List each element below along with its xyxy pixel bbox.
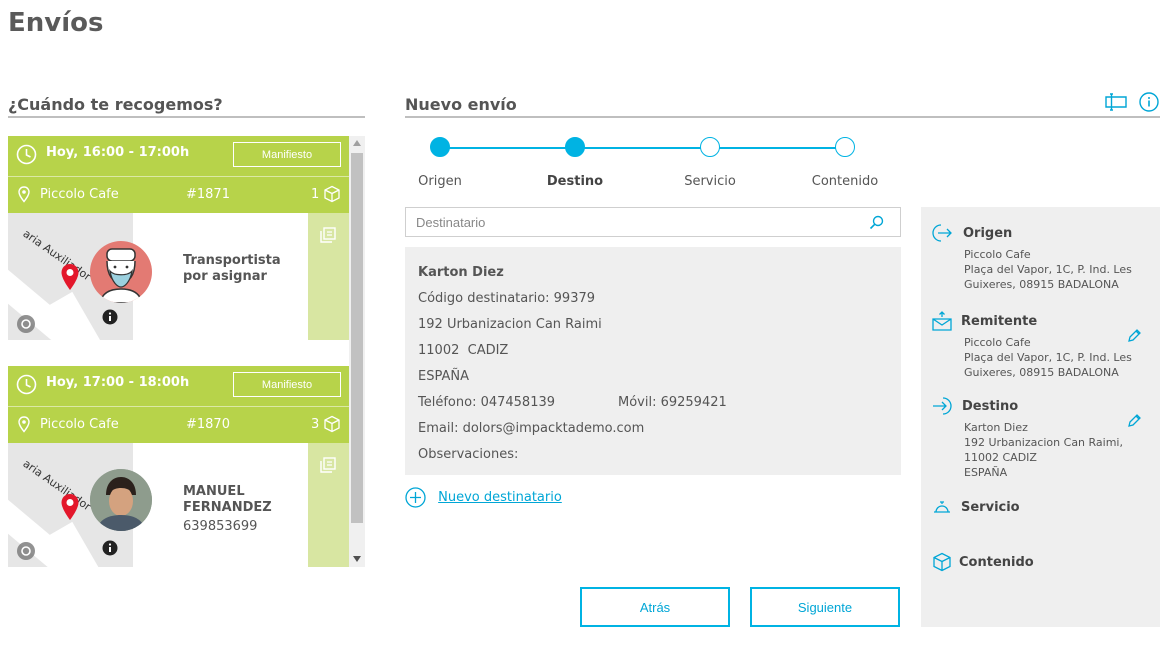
- summary-origin-text: Piccolo Cafe Plaça del Vapor, 1C, P. Ind…: [964, 248, 1132, 291]
- step-destino-dot[interactable]: [565, 137, 585, 157]
- step-origen-dot[interactable]: [430, 137, 450, 157]
- carrier-line-2: FERNANDEZ: [183, 500, 272, 515]
- summary-sender-title: Remitente: [961, 314, 1038, 329]
- recipient-code: Código destinatario: 99379: [418, 291, 596, 306]
- manifest-button[interactable]: Manifiesto: [233, 372, 341, 397]
- pickup-title-divider: [8, 116, 365, 118]
- destination-enter-icon: [933, 397, 952, 415]
- pickup-time: Hoy, 16:00 - 17:00h: [46, 145, 190, 160]
- header-divider: [8, 176, 349, 177]
- carrier-name: MANUEL FERNANDEZ: [183, 484, 272, 516]
- recipient-search-input[interactable]: [406, 208, 846, 236]
- label-icon[interactable]: [1105, 93, 1127, 111]
- info-icon[interactable]: [102, 309, 118, 325]
- shipment-title-divider: [405, 116, 1160, 118]
- carrier-line-2: por asignar: [183, 269, 267, 284]
- search-icon[interactable]: [869, 215, 884, 230]
- recipient-mobile: Móvil: 69259421: [618, 395, 727, 410]
- step-contenido-dot[interactable]: [835, 137, 855, 157]
- add-circle-icon[interactable]: [405, 487, 426, 508]
- pickup-card[interactable]: Hoy, 17:00 - 18:00h Manifiesto Piccolo C…: [8, 366, 349, 567]
- map-street-label: aria Auxiliador: [20, 227, 94, 284]
- map-marker-icon: [61, 494, 79, 520]
- recipient-phone: Teléfono: 047458139: [418, 395, 556, 410]
- carrier-name: Transportista por asignar: [183, 253, 281, 285]
- map-compass-icon[interactable]: [16, 314, 36, 334]
- map-marker-icon: [61, 264, 79, 290]
- recipient-city: 11002 CADIZ: [418, 343, 509, 358]
- recipient-address: 192 Urbanizacion Can Raimi: [418, 317, 602, 332]
- clock-icon: [16, 374, 37, 395]
- new-recipient-link[interactable]: Nuevo destinatario: [405, 487, 562, 508]
- label-print-icon[interactable]: [319, 456, 337, 474]
- pickup-place: Piccolo Cafe: [40, 187, 119, 202]
- map-street-label: aria Auxiliador: [20, 457, 94, 514]
- scroll-down-icon[interactable]: [353, 556, 361, 562]
- sender-envelope-icon: [932, 311, 952, 331]
- origin-exit-icon: [932, 224, 952, 242]
- manifest-button[interactable]: Manifiesto: [233, 142, 341, 167]
- step-servicio-label[interactable]: Servicio: [655, 174, 765, 189]
- new-recipient-label[interactable]: Nuevo destinatario: [438, 490, 562, 505]
- unassigned-driver-icon: [99, 248, 143, 303]
- pickup-reference: #1871: [186, 187, 230, 202]
- pickup-card-header: Hoy, 16:00 - 17:00h Manifiesto Piccolo C…: [8, 136, 349, 213]
- carrier-line-1: MANUEL: [183, 484, 245, 499]
- pickup-card[interactable]: Hoy, 16:00 - 17:00h Manifiesto Piccolo C…: [8, 136, 349, 340]
- scrollbar-thumb[interactable]: [351, 153, 363, 523]
- content-box-icon: [933, 552, 951, 572]
- recipient-details: Karton Diez Código destinatario: 99379 1…: [405, 247, 901, 475]
- clock-icon: [16, 144, 37, 165]
- label-print-icon[interactable]: [319, 226, 337, 244]
- map-compass-icon[interactable]: [16, 541, 36, 561]
- recipient-country: ESPAÑA: [418, 369, 469, 384]
- package-count: 1: [311, 187, 320, 202]
- pickup-reference: #1870: [186, 417, 230, 432]
- recipient-search: [405, 207, 901, 237]
- step-contenido-label[interactable]: Contenido: [790, 174, 900, 189]
- pickup-place: Piccolo Cafe: [40, 417, 119, 432]
- next-button[interactable]: Siguiente: [750, 587, 900, 627]
- step-destino-label[interactable]: Destino: [520, 174, 630, 189]
- step-origen-label[interactable]: Origen: [385, 174, 495, 189]
- pickup-time: Hoy, 17:00 - 18:00h: [46, 375, 190, 390]
- carrier-avatar: [90, 241, 152, 303]
- package-box-icon: [324, 185, 340, 203]
- package-count: 3: [311, 417, 320, 432]
- scroll-up-icon[interactable]: [353, 140, 361, 146]
- package-box-icon: [324, 415, 340, 433]
- new-shipment-title: Nuevo envío: [405, 95, 517, 114]
- recipient-name: Karton Diez: [418, 265, 504, 280]
- summary-origin-title: Origen: [963, 226, 1013, 241]
- card-side-strip: [308, 213, 349, 340]
- shipment-summary: Origen Piccolo Cafe Plaça del Vapor, 1C,…: [921, 207, 1160, 627]
- driver-photo: [90, 469, 152, 531]
- step-servicio-dot[interactable]: [700, 137, 720, 157]
- header-divider: [8, 406, 349, 407]
- back-button[interactable]: Atrás: [580, 587, 730, 627]
- pickup-list[interactable]: Hoy, 16:00 - 17:00h Manifiesto Piccolo C…: [8, 136, 365, 567]
- summary-destination-title: Destino: [962, 399, 1019, 414]
- recipient-email: Email: dolors@impacktademo.com: [418, 421, 645, 436]
- summary-destination-text: Karton Diez 192 Urbanizacion Can Raimi, …: [964, 421, 1123, 479]
- stepper-track: [440, 147, 845, 149]
- carrier-line-1: Transportista: [183, 253, 281, 268]
- location-pin-icon: [18, 186, 30, 203]
- summary-sender-text: Piccolo Cafe Plaça del Vapor, 1C, P. Ind…: [964, 336, 1132, 379]
- carrier-phone: 639853699: [183, 519, 258, 534]
- pickup-card-header: Hoy, 17:00 - 18:00h Manifiesto Piccolo C…: [8, 366, 349, 443]
- info-circle-icon[interactable]: [1139, 92, 1159, 112]
- recipient-notes: Observaciones:: [418, 447, 519, 462]
- page-title: Envíos: [8, 8, 104, 38]
- pickup-section-title: ¿Cuándo te recogemos?: [8, 95, 223, 114]
- summary-content-title: Contenido: [959, 555, 1034, 570]
- service-bell-icon: [934, 501, 950, 513]
- summary-service-title: Servicio: [961, 500, 1020, 515]
- info-icon[interactable]: [102, 540, 118, 556]
- location-pin-icon: [18, 416, 30, 433]
- carrier-avatar: [90, 469, 152, 531]
- card-side-strip: [308, 443, 349, 567]
